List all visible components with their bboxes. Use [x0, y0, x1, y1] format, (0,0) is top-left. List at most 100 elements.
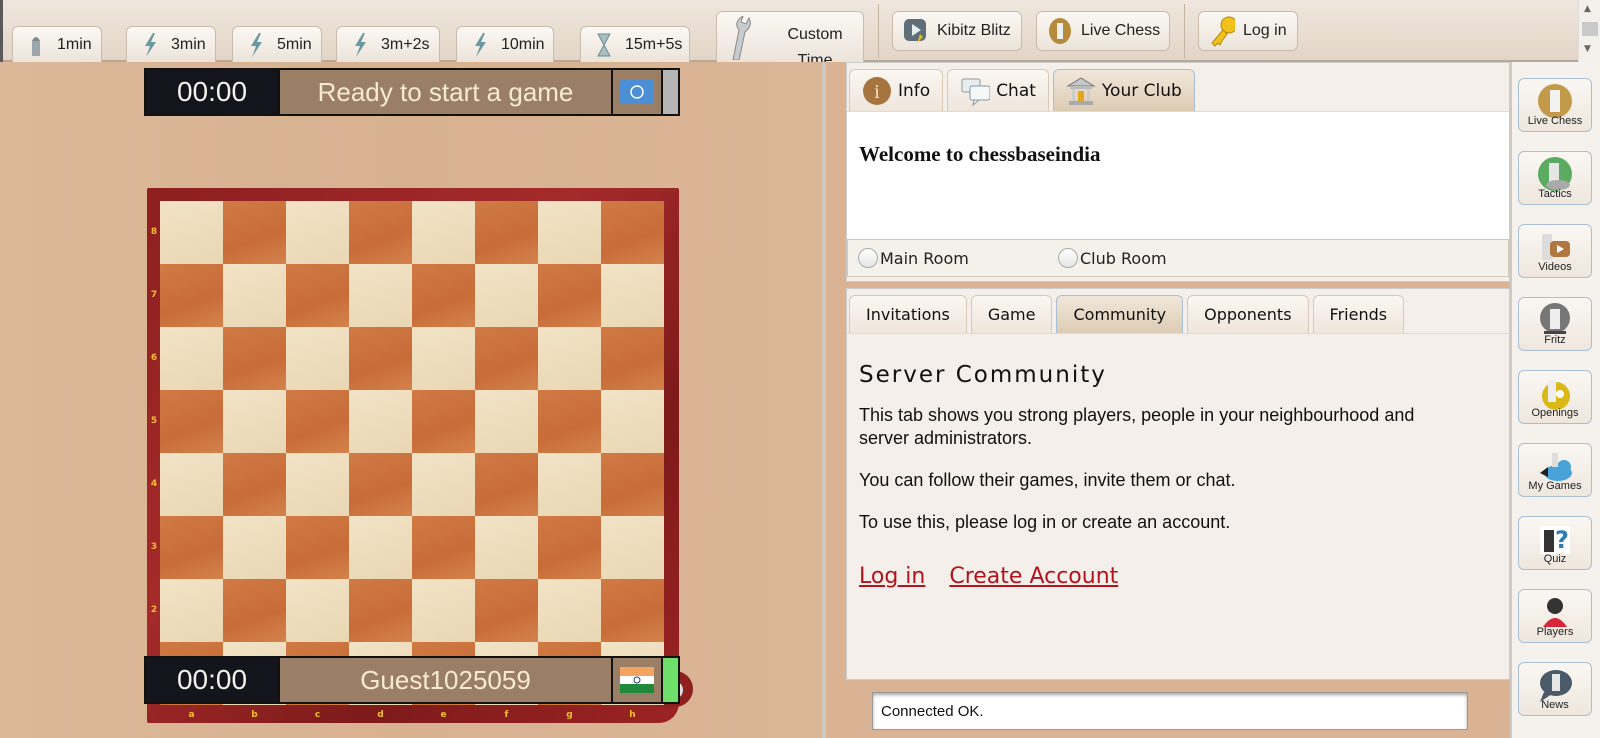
board-square-d4[interactable] [349, 453, 412, 516]
board-square-d5[interactable] [349, 390, 412, 453]
game-1min-button[interactable]: 1min [12, 26, 102, 62]
board-square-f5[interactable] [475, 390, 538, 453]
board-area: 00:00 Ready to start a game 87654321abcd… [0, 62, 826, 738]
tab-info[interactable]: i Info [849, 69, 944, 111]
nav-tactics[interactable]: Tactics [1518, 151, 1592, 205]
login-button[interactable]: Log in [1198, 11, 1298, 51]
board-square-a8[interactable] [160, 201, 223, 264]
board-square-h5[interactable] [601, 390, 664, 453]
nav-openings[interactable]: Openings [1518, 370, 1592, 424]
bottom-player-name: Guest1025059 [280, 658, 611, 702]
board-square-d6[interactable] [349, 327, 412, 390]
board-square-a6[interactable] [160, 327, 223, 390]
board-square-g5[interactable] [538, 390, 601, 453]
board-square-c8[interactable] [286, 201, 349, 264]
board-square-b3[interactable] [223, 516, 286, 579]
board-square-e2[interactable] [412, 579, 475, 642]
main-room-radio[interactable]: Main Room [848, 248, 1048, 268]
scrollbar-thumb[interactable] [1582, 22, 1598, 36]
board-square-c6[interactable] [286, 327, 349, 390]
custom-time-button[interactable]: Custom Time [716, 11, 864, 62]
board-squares[interactable] [160, 201, 664, 705]
board-square-f7[interactable] [475, 264, 538, 327]
board-square-h6[interactable] [601, 327, 664, 390]
nav-quiz[interactable]: ? Quiz [1518, 516, 1592, 570]
board-square-f2[interactable] [475, 579, 538, 642]
board-square-c5[interactable] [286, 390, 349, 453]
bottom-player-turn-indicator [663, 658, 678, 702]
game-3min-button[interactable]: 3min [126, 26, 216, 62]
board-square-d2[interactable] [349, 579, 412, 642]
board-square-b2[interactable] [223, 579, 286, 642]
board-square-e3[interactable] [412, 516, 475, 579]
club-room-radio[interactable]: Club Room [1048, 248, 1167, 268]
create-account-link[interactable]: Create Account [949, 564, 1118, 589]
board-square-b8[interactable] [223, 201, 286, 264]
scroll-up-arrow-icon[interactable]: ▲ [1584, 4, 1591, 14]
board-square-h7[interactable] [601, 264, 664, 327]
chess-board[interactable]: 87654321abcdefgh [147, 188, 693, 723]
board-square-a2[interactable] [160, 579, 223, 642]
board-square-b5[interactable] [223, 390, 286, 453]
game-5min-button[interactable]: 5min [232, 26, 322, 62]
tab-your-club[interactable]: Your Club [1052, 69, 1195, 111]
board-square-c2[interactable] [286, 579, 349, 642]
board-square-a7[interactable] [160, 264, 223, 327]
board-square-a3[interactable] [160, 516, 223, 579]
board-square-b4[interactable] [223, 453, 286, 516]
game-3m2s-button[interactable]: 3m+2s [336, 26, 440, 62]
board-square-f8[interactable] [475, 201, 538, 264]
game-10min-button[interactable]: 10min [456, 26, 554, 62]
board-square-e5[interactable] [412, 390, 475, 453]
board-square-f4[interactable] [475, 453, 538, 516]
board-square-f3[interactable] [475, 516, 538, 579]
nav-my-games[interactable]: My Games [1518, 443, 1592, 497]
board-square-g4[interactable] [538, 453, 601, 516]
lower-tabs: Invitations Game Community Opponents Fri… [849, 295, 1405, 333]
tab-opponents[interactable]: Opponents [1187, 295, 1309, 333]
board-square-g2[interactable] [538, 579, 601, 642]
board-square-e4[interactable] [412, 453, 475, 516]
kibitz-blitz-button[interactable]: Kibitz Blitz [892, 11, 1022, 51]
board-square-b6[interactable] [223, 327, 286, 390]
bullet-icon [23, 32, 49, 58]
radio-circle[interactable] [1058, 248, 1078, 268]
page-scrollbar[interactable]: ▲ ▼ [1578, 0, 1600, 62]
board-square-b7[interactable] [223, 264, 286, 327]
scroll-down-arrow-icon[interactable]: ▼ [1584, 44, 1591, 54]
board-square-h3[interactable] [601, 516, 664, 579]
live-chess-button[interactable]: Live Chess [1036, 11, 1170, 51]
board-square-d3[interactable] [349, 516, 412, 579]
board-square-e8[interactable] [412, 201, 475, 264]
game-15m5s-button[interactable]: 15m+5s [580, 26, 690, 62]
nav-fritz[interactable]: Fritz [1518, 297, 1592, 351]
board-square-g6[interactable] [538, 327, 601, 390]
board-square-a5[interactable] [160, 390, 223, 453]
login-link[interactable]: Log in [859, 564, 925, 589]
board-square-e6[interactable] [412, 327, 475, 390]
board-square-c3[interactable] [286, 516, 349, 579]
board-square-c7[interactable] [286, 264, 349, 327]
board-square-c4[interactable] [286, 453, 349, 516]
board-square-h4[interactable] [601, 453, 664, 516]
board-square-g3[interactable] [538, 516, 601, 579]
board-square-e7[interactable] [412, 264, 475, 327]
board-square-d7[interactable] [349, 264, 412, 327]
tab-community[interactable]: Community [1056, 295, 1184, 333]
board-square-a4[interactable] [160, 453, 223, 516]
tab-game[interactable]: Game [970, 295, 1053, 333]
tab-invitations[interactable]: Invitations [849, 295, 967, 333]
nav-players[interactable]: Players [1518, 589, 1592, 643]
nav-news[interactable]: News [1518, 662, 1592, 716]
nav-live-chess[interactable]: Live Chess [1518, 78, 1592, 132]
tab-chat[interactable]: Chat [947, 69, 1049, 111]
board-square-d8[interactable] [349, 201, 412, 264]
nav-videos[interactable]: Videos [1518, 224, 1592, 278]
board-square-h8[interactable] [601, 201, 664, 264]
tab-friends[interactable]: Friends [1312, 295, 1405, 333]
radio-circle[interactable] [858, 248, 878, 268]
board-square-g8[interactable] [538, 201, 601, 264]
board-square-h2[interactable] [601, 579, 664, 642]
board-square-g7[interactable] [538, 264, 601, 327]
board-square-f6[interactable] [475, 327, 538, 390]
